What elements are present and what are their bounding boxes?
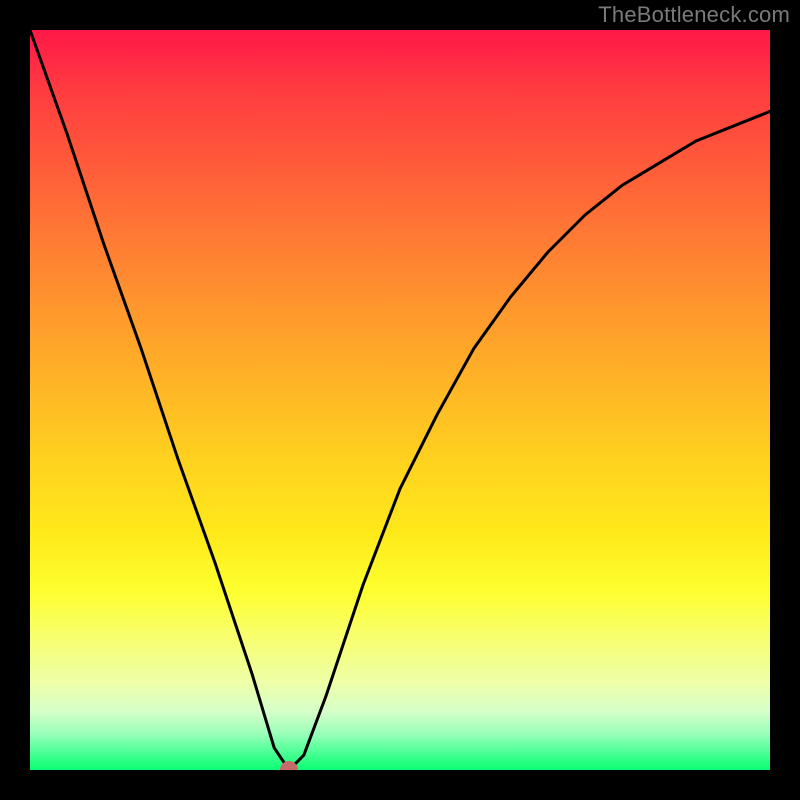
watermark-text: TheBottleneck.com bbox=[598, 2, 790, 28]
plot-area bbox=[30, 30, 770, 770]
gradient-background bbox=[30, 30, 770, 770]
chart-frame: TheBottleneck.com bbox=[0, 0, 800, 800]
